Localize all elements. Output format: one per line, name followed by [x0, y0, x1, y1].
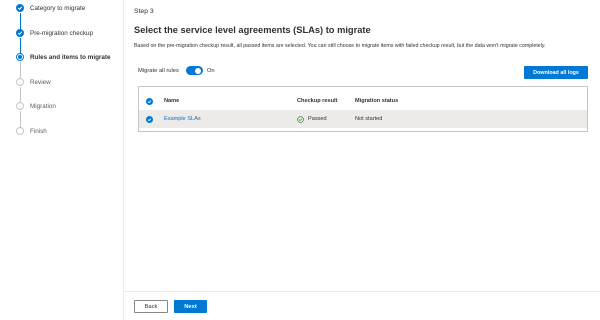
check-icon: [147, 99, 152, 103]
step-finish: Finish: [16, 124, 47, 138]
step-label: Pre-migration checkup: [30, 29, 93, 37]
step-review: Review: [16, 75, 51, 89]
toggle-label: Migrate all rules: [138, 67, 179, 74]
table-row[interactable]: Example SLAs Passed Not started: [139, 110, 587, 128]
step-label: Category to migrate: [30, 4, 86, 12]
step-pre-migration-checkup[interactable]: Pre-migration checkup: [16, 26, 93, 40]
select-all-checkbox[interactable]: [146, 97, 153, 105]
sla-name-link[interactable]: Example SLAs: [164, 116, 201, 122]
footer-divider: [124, 291, 600, 292]
pending-step-icon: [16, 127, 24, 135]
passed-check-circle-icon: [297, 115, 304, 123]
wizard-stepper: Category to migrate Pre-migration checku…: [0, 0, 124, 320]
table-header: Name Checkup result Migration status: [139, 94, 587, 108]
checkup-result-text: Passed: [308, 116, 327, 122]
migrate-all-rules-toggle[interactable]: [185, 66, 203, 75]
row-checkbox[interactable]: [146, 115, 153, 123]
current-step-icon: [16, 53, 24, 61]
download-all-logs-button[interactable]: Download all logs: [524, 66, 588, 79]
column-header-migration-status[interactable]: Migration status: [355, 98, 398, 104]
main-panel: Step 3 Select the service level agreemen…: [124, 0, 600, 320]
page-title: Select the service level agreements (SLA…: [134, 25, 371, 35]
column-header-name[interactable]: Name: [164, 98, 179, 104]
back-button[interactable]: Back: [134, 300, 168, 313]
step-rules-and-items[interactable]: Rules and items to migrate: [16, 50, 110, 64]
pending-step-icon: [16, 78, 24, 86]
step-label: Migration: [30, 102, 56, 110]
page-description: Based on the pre-migration checkup resul…: [134, 43, 546, 49]
step-migration: Migration: [16, 99, 56, 113]
check-icon: [16, 4, 24, 12]
step-category-to-migrate[interactable]: Category to migrate: [16, 1, 85, 15]
check-icon: [147, 117, 152, 121]
checkup-result-cell: Passed: [297, 115, 327, 123]
toggle-state-label: On: [206, 67, 215, 74]
step-number: Step 3: [134, 8, 154, 15]
next-button[interactable]: Next: [174, 300, 207, 313]
column-header-checkup-result[interactable]: Checkup result: [297, 98, 337, 104]
sla-table: Name Checkup result Migration status Exa…: [138, 86, 588, 132]
step-label: Rules and items to migrate: [30, 53, 111, 61]
step-label: Review: [30, 78, 51, 86]
pending-step-icon: [16, 102, 24, 110]
step-label: Finish: [30, 127, 47, 135]
migration-status-cell: Not started: [355, 116, 383, 122]
toggle-knob: [195, 67, 202, 74]
check-icon: [16, 29, 24, 37]
migrate-all-rules-row: Migrate all rules On: [138, 66, 215, 75]
